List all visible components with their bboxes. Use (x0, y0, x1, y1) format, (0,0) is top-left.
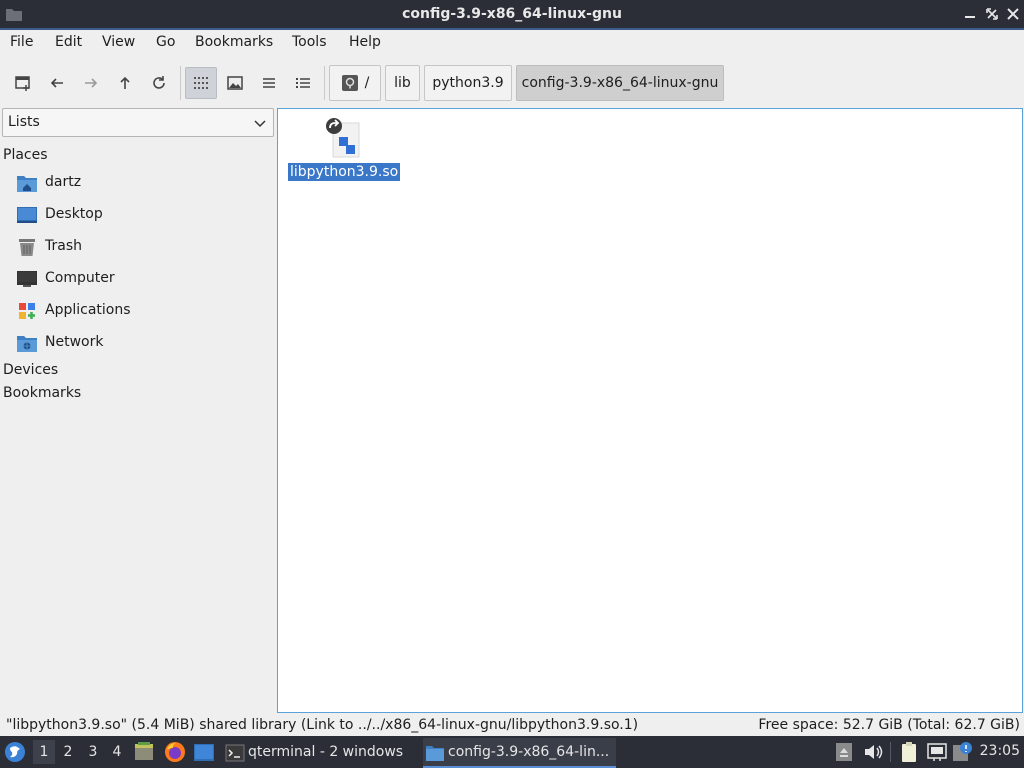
minimize-icon[interactable] (962, 6, 978, 22)
sidebar-item-label: Network (45, 334, 104, 350)
menu-view[interactable]: View (102, 34, 135, 50)
toolbar-separator (324, 66, 325, 100)
thumbnail-view-icon (227, 76, 243, 90)
taskbar: 1 2 3 4 qterminal - 2 windows config-3.9… (0, 736, 1024, 768)
toolbar: / lib python3.9 config-3.9-x86_64-linux-… (0, 64, 1024, 102)
detailed-list-view-icon (296, 78, 310, 88)
sidebar-item-label: dartz (45, 174, 82, 190)
reload-icon (153, 76, 165, 89)
network-status-icon[interactable] (926, 741, 948, 763)
symlink-library-icon (326, 118, 360, 158)
menu-go[interactable]: Go (156, 34, 175, 50)
back-button[interactable] (41, 67, 73, 99)
sidebar-item-computer[interactable]: Computer (16, 266, 271, 292)
update-notifier-icon[interactable] (952, 741, 974, 763)
clipboard-icon[interactable] (898, 741, 920, 763)
applications-icon (19, 303, 35, 319)
menu-file[interactable]: File (10, 34, 33, 50)
computer-icon (17, 271, 37, 287)
free-space-info: Free space: 52.7 GiB (Total: 62.7 GiB) (758, 717, 1020, 733)
breadcrumb-root[interactable]: / (329, 65, 381, 101)
desktop-switch-1[interactable]: 1 (33, 740, 55, 764)
drive-icon (341, 75, 358, 91)
tray-separator (890, 742, 891, 762)
menu-bar: File Edit View Go Bookmarks Tools Help (0, 30, 1024, 56)
taskbar-task-file-manager[interactable]: config-3.9-x86_64-lin... (423, 738, 616, 768)
sidebar-item-label: Computer (45, 270, 115, 286)
desktop-switch-2[interactable]: 2 (57, 740, 79, 764)
detailed-list-view-button[interactable] (287, 67, 319, 99)
menu-edit[interactable]: Edit (55, 34, 82, 50)
new-tab-icon (15, 76, 30, 91)
bookmarks-heading[interactable]: Bookmarks (3, 385, 81, 401)
sidebar-mode-value: Lists (8, 114, 40, 130)
folder-icon (426, 746, 444, 761)
up-button[interactable] (109, 67, 141, 99)
title-bar[interactable]: config-3.9-x86_64-linux-gnu (0, 0, 1024, 30)
sidebar-item-label: Desktop (45, 206, 103, 222)
close-icon[interactable] (1005, 6, 1021, 22)
show-desktop-icon[interactable] (193, 741, 215, 763)
forward-button[interactable] (75, 67, 107, 99)
menu-help[interactable]: Help (349, 34, 381, 50)
sidebar-item-dartz[interactable]: dartz (16, 170, 271, 196)
file-item[interactable]: libpython3.9.so (286, 113, 401, 183)
sidebar-item-label: Trash (45, 238, 82, 254)
selection-info: "libpython3.9.so" (5.4 MiB) shared libra… (6, 717, 639, 733)
status-bar: "libpython3.9.so" (5.4 MiB) shared libra… (0, 714, 1024, 736)
eject-icon[interactable] (833, 741, 855, 763)
places-heading[interactable]: Places (3, 147, 48, 163)
window-title: config-3.9-x86_64-linux-gnu (402, 6, 622, 22)
toolbar-separator (180, 66, 181, 100)
sidebar-mode-select[interactable]: Lists (2, 108, 274, 137)
maximize-icon[interactable] (984, 6, 1000, 22)
menu-bookmarks[interactable]: Bookmarks (195, 34, 273, 50)
forward-icon (85, 78, 98, 88)
task-label: qterminal - 2 windows (248, 744, 404, 760)
up-icon (120, 76, 130, 89)
sidebar: Places dartz Desktop Trash Computer Appl… (0, 142, 276, 712)
trash-icon (19, 239, 35, 256)
home-folder-icon (17, 176, 37, 192)
sidebar-item-applications[interactable]: Applications (16, 298, 271, 324)
sidebar-item-network[interactable]: Network (16, 330, 271, 356)
icon-view-icon (194, 77, 208, 89)
breadcrumb-item[interactable]: python3.9 (424, 65, 512, 101)
taskbar-task-qterminal[interactable]: qterminal - 2 windows (223, 738, 413, 768)
desktop-switch-3[interactable]: 3 (82, 740, 104, 764)
breadcrumb-item[interactable]: lib (385, 65, 420, 101)
sidebar-item-desktop[interactable]: Desktop (16, 202, 271, 228)
thumbnail-view-button[interactable] (219, 67, 251, 99)
desktop-switch-4[interactable]: 4 (106, 740, 128, 764)
file-view[interactable]: libpython3.9.so (277, 108, 1023, 713)
task-label: config-3.9-x86_64-lin... (448, 744, 610, 760)
volume-icon[interactable] (862, 741, 884, 763)
new-tab-button[interactable] (7, 67, 39, 99)
compact-view-button[interactable] (253, 67, 285, 99)
icon-view-button[interactable] (185, 67, 217, 99)
file-manager-window: File Edit View Go Bookmarks Tools Help /… (0, 30, 1024, 736)
breadcrumb-root-label: / (364, 75, 370, 91)
compact-view-icon (263, 78, 275, 88)
devices-heading[interactable]: Devices (3, 362, 58, 378)
sidebar-item-trash[interactable]: Trash (16, 234, 271, 260)
sidebar-item-label: Applications (45, 302, 131, 318)
file-name-label: libpython3.9.so (288, 163, 401, 181)
breadcrumb-current[interactable]: config-3.9-x86_64-linux-gnu (516, 65, 724, 101)
clock[interactable]: 23:05 (980, 743, 1020, 759)
network-folder-icon (17, 336, 37, 352)
firefox-icon[interactable] (164, 741, 186, 763)
file-manager-launcher-icon[interactable] (133, 741, 155, 763)
terminal-icon (225, 744, 245, 762)
back-icon (50, 78, 63, 88)
reload-button[interactable] (143, 67, 175, 99)
desktop-icon (17, 207, 37, 223)
chevron-down-icon (254, 120, 266, 128)
app-menu-icon[interactable] (4, 741, 26, 763)
menu-tools[interactable]: Tools (292, 34, 327, 50)
